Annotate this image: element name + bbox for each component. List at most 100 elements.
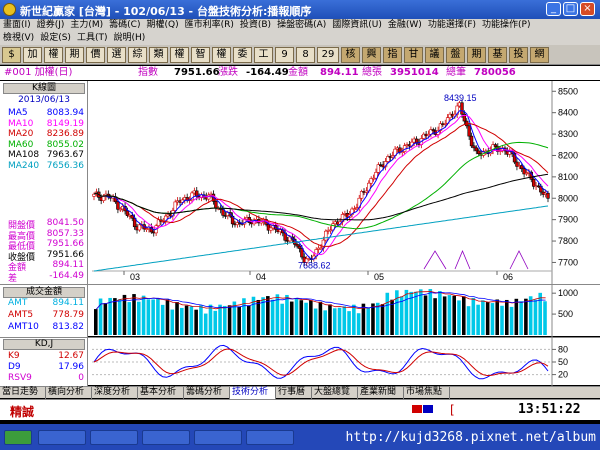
volume-bar [366,307,370,335]
toolbar-button[interactable]: 投 [509,47,528,63]
candles [92,99,550,267]
menu-item[interactable]: 主力(M) [67,19,106,32]
taskbar-task-2[interactable] [90,430,138,445]
volume-bar [189,306,194,335]
toolbar-button[interactable]: 8 [296,47,315,63]
kd-tick-label: 20 [558,370,568,380]
toolbar-button[interactable]: 盤 [446,47,465,63]
menu-item[interactable]: 籌碼(C) [106,19,143,32]
candle-body [324,230,328,241]
tab-1[interactable]: 當日走勢 [0,387,46,399]
start-button[interactable] [4,430,32,445]
tab-9[interactable]: 產業新聞 [358,387,404,399]
kd-chart[interactable]: 80 50 20 [0,338,600,386]
maximize-button[interactable]: □ [563,2,578,16]
volume-bar [471,297,476,335]
tab-4[interactable]: 基本分析 [138,387,184,399]
kd-tick-label: 50 [558,357,568,367]
toolbar-button[interactable]: 類 [149,47,168,63]
price-tick-label: 8500 [558,86,578,96]
tab-8[interactable]: 大盤總覽 [312,387,358,399]
menu-item[interactable]: 國際資訊(U) [329,19,385,32]
taskbar-task-4[interactable] [194,430,242,445]
toolbar-button[interactable]: 甘 [404,47,423,63]
toolbar-button[interactable]: 議 [425,47,444,63]
tab-2[interactable]: 橫向分析 [46,387,92,399]
volume-bar [447,295,452,335]
toolbar-button[interactable]: 工 [254,47,273,63]
tab-5[interactable]: 籌碼分析 [184,387,230,399]
volume-bar [299,300,304,335]
menu-item[interactable]: 功能選擇(F) [425,19,479,32]
taskbar-task-1[interactable] [38,430,86,445]
taskbar-task-5[interactable] [246,430,294,445]
menu-item[interactable]: 工具(T) [74,32,111,45]
menu-item[interactable]: 設定(S) [37,32,74,45]
menu-item[interactable]: 金融(W) [385,19,425,32]
candle-body [125,210,130,216]
toolbar-button[interactable]: 權 [170,47,189,63]
toolbar-button[interactable]: 網 [530,47,549,63]
menu-item[interactable]: 檢視(V) [0,32,37,45]
menu-item[interactable]: 投資(B) [237,19,274,32]
volume-bar [122,294,127,335]
toolbar-button[interactable]: 智 [191,47,210,63]
toolbar-button[interactable]: 興 [362,47,381,63]
volume-bar [395,290,399,335]
candle-body [116,201,120,210]
ma10-line [93,114,549,256]
watermark-url: http://kujd3268.pixnet.net/album [345,430,596,445]
menu-item[interactable]: 操盤密碼(A) [274,19,329,32]
volume-bar [414,291,418,335]
volume-bar [137,301,141,335]
toolbar-button[interactable]: 權 [212,47,231,63]
tab-3[interactable]: 深度分析 [92,387,138,399]
candle-body [477,150,481,155]
toolbar-button[interactable]: 綜 [128,47,147,63]
toolbar-button[interactable]: 29 [317,47,339,63]
volume-bar [332,308,337,335]
month-label: 04 [256,272,266,282]
toolbar-button[interactable]: 加 [23,47,42,63]
tab-7[interactable]: 行事曆 [276,387,312,399]
volume-bar [342,306,347,335]
volume-bar [289,301,294,335]
menu-item[interactable]: 功能操作(P) [479,19,533,32]
toolbar-button[interactable]: 指 [383,47,402,63]
candle-body [414,138,419,143]
toolbar-button[interactable]: 選 [107,47,126,63]
toolbar-button[interactable]: 期 [65,47,84,63]
volume-bar [141,295,146,335]
toolbar-button[interactable]: 9 [275,47,294,63]
volume-bar [165,299,170,335]
minimize-button[interactable]: _ [546,2,561,16]
menu-item[interactable]: 期權(Q) [143,19,181,32]
volume-bar [103,303,108,335]
toolbar-button[interactable]: 核 [341,47,360,63]
kline-panel: K線圖 2013/06/13 MA5 8083.94 MA10 8149.19 MA20… [0,81,600,284]
volume-label: 總張 [362,67,382,78]
tab-10[interactable]: 市場焦點 [404,387,450,399]
kline-chart[interactable]: 8500 8400 8300 8200 8100 8000 7900 7800 7700 03 04… [0,81,600,284]
toolbar-button[interactable]: 期 [467,47,486,63]
menu-item[interactable]: 說明(H) [110,32,148,45]
volume-bar [256,299,261,335]
change-label: 漲跌 [218,67,238,78]
taskbar-task-3[interactable] [142,430,190,445]
menu-item[interactable]: 匯市利率(R) [182,19,237,32]
volume-bars [94,289,547,335]
volume-bar [184,305,189,335]
close-button[interactable]: × [580,2,595,16]
toolbar-button[interactable]: 價 [86,47,105,63]
menu-item[interactable]: 證券(J) [34,19,68,32]
toolbar-button[interactable]: $ [2,47,21,63]
menu-item[interactable]: 畫面(I) [0,19,34,32]
tab-6[interactable]: 技術分析 [230,387,276,399]
toolbar-button[interactable]: 委 [233,47,252,63]
toolbar-button[interactable]: 權 [44,47,63,63]
volume-bar [194,309,198,335]
volume-bar [203,313,208,335]
volume-chart[interactable]: 1000 500 [0,285,600,337]
candle-body [269,227,273,231]
toolbar-button[interactable]: 基 [488,47,507,63]
